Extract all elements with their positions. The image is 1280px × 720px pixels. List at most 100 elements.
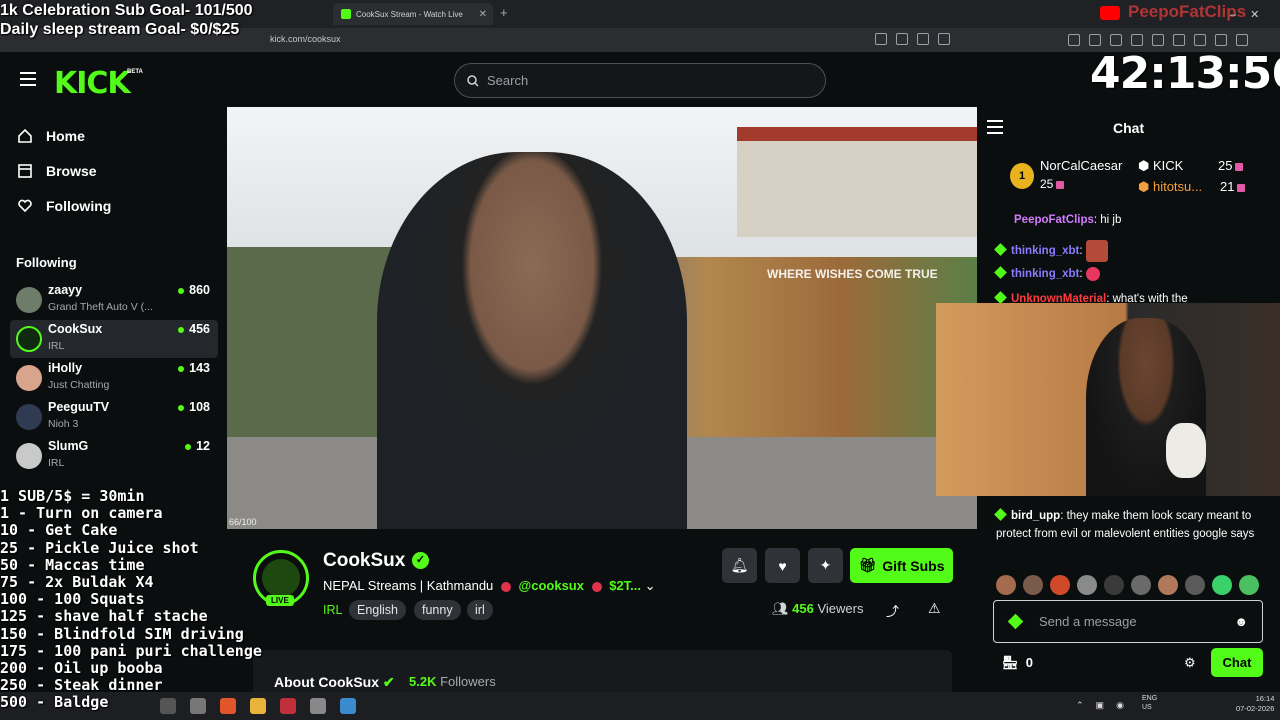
points-display[interactable]: 🏪︎ 0 xyxy=(1002,655,1033,671)
tray-icon[interactable]: ▣ xyxy=(1096,700,1105,711)
viewer-count: 860 xyxy=(178,283,210,297)
search-input[interactable] xyxy=(487,73,787,88)
gear-icon[interactable]: ⚙ xyxy=(1184,655,1196,671)
heart-icon: ♥ xyxy=(778,557,787,574)
share-icon[interactable]: ⤴ xyxy=(886,601,899,620)
language-indicator[interactable]: ENG US xyxy=(1142,694,1157,712)
emote-icon[interactable] xyxy=(1185,575,1205,595)
report-icon[interactable]: ⚠ xyxy=(928,600,941,617)
media-icon[interactable] xyxy=(1152,34,1164,46)
badge-icon xyxy=(994,266,1007,279)
youtube-logo-icon xyxy=(1100,6,1120,20)
channel-item[interactable]: PeeguuTV Nioh 3 108 xyxy=(10,398,218,436)
menu-icon[interactable] xyxy=(1236,34,1248,46)
gift-subs-button[interactable]: 🎁︎ Gift Subs xyxy=(850,548,953,583)
channel-name: zaayy xyxy=(48,283,83,297)
chat-username[interactable]: PeepoFatClips xyxy=(1014,214,1094,226)
emote-icon[interactable] xyxy=(1077,575,1097,595)
chat-username[interactable]: thinking_xbt xyxy=(1011,245,1079,257)
nav-browse[interactable]: Browse xyxy=(18,163,97,179)
kick-logo[interactable]: KICK xyxy=(54,66,131,101)
heart-icon xyxy=(18,199,32,213)
leaderboard-value-text: 25 xyxy=(1040,177,1054,191)
rewards-icon[interactable] xyxy=(938,33,950,45)
url-field[interactable]: kick.com/cooksux xyxy=(270,34,341,44)
streamer-name[interactable]: CookSux xyxy=(323,550,405,572)
category-link[interactable]: IRL xyxy=(323,603,342,617)
chat-username[interactable]: thinking_xbt xyxy=(1011,268,1079,280)
app-icon[interactable] xyxy=(280,698,296,714)
notification-bell-button[interactable]: 🔔︎ xyxy=(722,548,757,583)
webcam-plush xyxy=(1166,423,1206,478)
channel-item[interactable]: zaayy Grand Theft Auto V (... 860 xyxy=(10,281,218,319)
leaderboard-value: 21 xyxy=(1220,179,1246,194)
nav-following[interactable]: Following xyxy=(18,198,111,214)
extension-icon[interactable] xyxy=(1089,34,1101,46)
chat-text: hi jb xyxy=(1100,214,1122,226)
stream-title-handle[interactable]: @cooksux xyxy=(519,578,584,593)
channel-item[interactable]: SlumG IRL 12 xyxy=(10,437,218,475)
followers-label: Followers xyxy=(440,674,496,689)
send-chat-button[interactable]: Chat xyxy=(1211,648,1263,677)
sub-goal-text: 1k Celebration Sub Goal- 101/500 xyxy=(0,2,253,19)
emote-icon[interactable] xyxy=(1158,575,1178,595)
emote-icon[interactable] xyxy=(1104,575,1124,595)
emote-icon[interactable] xyxy=(996,575,1016,595)
chat-username[interactable]: bird_upp xyxy=(1011,510,1060,522)
collapse-chat-icon[interactable] xyxy=(987,120,1003,134)
emote-icon[interactable] xyxy=(1023,575,1043,595)
menu-line: 100 - 100 Squats xyxy=(0,590,145,609)
tag[interactable]: English xyxy=(349,600,406,620)
badge-icon xyxy=(994,508,1007,521)
nav-home[interactable]: Home xyxy=(18,128,85,144)
followers-count: 5.2K Followers xyxy=(409,674,496,689)
sub-menu-list: 1 SUB/5$ = 30min 1 - Turn on camera 10 -… xyxy=(0,487,262,712)
chat-input-box[interactable]: ☻ xyxy=(993,600,1263,643)
video-streamer xyxy=(377,152,687,529)
hamburger-menu-icon[interactable] xyxy=(20,72,36,86)
chevron-down-icon[interactable]: ⌄ xyxy=(645,578,656,593)
puzzle-icon[interactable] xyxy=(1110,34,1122,46)
tab-close-icon[interactable]: ✕ xyxy=(479,9,487,20)
video-player[interactable]: WHERE WISHES COME TRUE 66/100 xyxy=(227,107,977,529)
tray-icon[interactable]: ◉ xyxy=(1116,700,1124,711)
leaderboard-value: 25 xyxy=(1218,158,1244,173)
app-icon[interactable] xyxy=(310,698,326,714)
wallet-icon[interactable] xyxy=(1194,34,1206,46)
system-clock[interactable]: 16:14 07-02-2026 xyxy=(1236,694,1274,714)
emote-icon[interactable] xyxy=(1050,575,1070,595)
red-dot-icon xyxy=(500,581,511,592)
leaderboard-name[interactable]: ⬢ KICK xyxy=(1138,158,1183,174)
window-controls[interactable]: ‒✕ xyxy=(1230,8,1273,21)
brave-shield-icon[interactable] xyxy=(917,33,929,45)
sidebar-icon[interactable] xyxy=(1173,34,1185,46)
search-bar[interactable] xyxy=(454,63,826,98)
viewer-count-display: 👥︎ 456 Viewers xyxy=(772,601,863,617)
gift-icon: 🎁︎ xyxy=(858,557,877,573)
leaderboard-name[interactable]: ⬢ hitotsu... xyxy=(1138,179,1202,195)
sparkle-button[interactable]: ✦ xyxy=(808,548,843,583)
zoom-icon[interactable] xyxy=(875,33,887,45)
channel-item[interactable]: iHolly Just Chatting 143 xyxy=(10,359,218,397)
tag[interactable]: irl xyxy=(467,600,493,620)
follow-button[interactable]: ♥ xyxy=(765,548,800,583)
extension-icon[interactable] xyxy=(1068,34,1080,46)
new-tab-icon[interactable]: + xyxy=(500,5,508,20)
emote-icon[interactable] xyxy=(1212,575,1232,595)
leaderboard-name[interactable]: NorCalCaesar xyxy=(1040,158,1122,173)
emoji-icon[interactable]: ☻ xyxy=(1234,614,1248,629)
vpn-icon[interactable] xyxy=(1215,34,1227,46)
share-page-icon[interactable] xyxy=(896,33,908,45)
chat-message-input[interactable] xyxy=(1039,614,1219,629)
menu-line: 200 - Oil up booba xyxy=(0,659,163,678)
app-icon[interactable] xyxy=(340,698,356,714)
channel-item-active[interactable]: CookSux IRL 456 xyxy=(10,320,218,358)
emote-icon[interactable] xyxy=(1239,575,1259,595)
lang-code: ENG xyxy=(1142,695,1158,702)
browser-tab[interactable]: CookSux Stream - Watch Live ✕ xyxy=(333,3,493,25)
stream-title-text: NEPAL Streams | Kathmandu xyxy=(323,578,494,593)
tag[interactable]: funny xyxy=(414,600,461,620)
extension-icon[interactable] xyxy=(1131,34,1143,46)
emote-icon[interactable] xyxy=(1131,575,1151,595)
tray-chevron-icon[interactable]: ⌃ xyxy=(1076,700,1084,711)
